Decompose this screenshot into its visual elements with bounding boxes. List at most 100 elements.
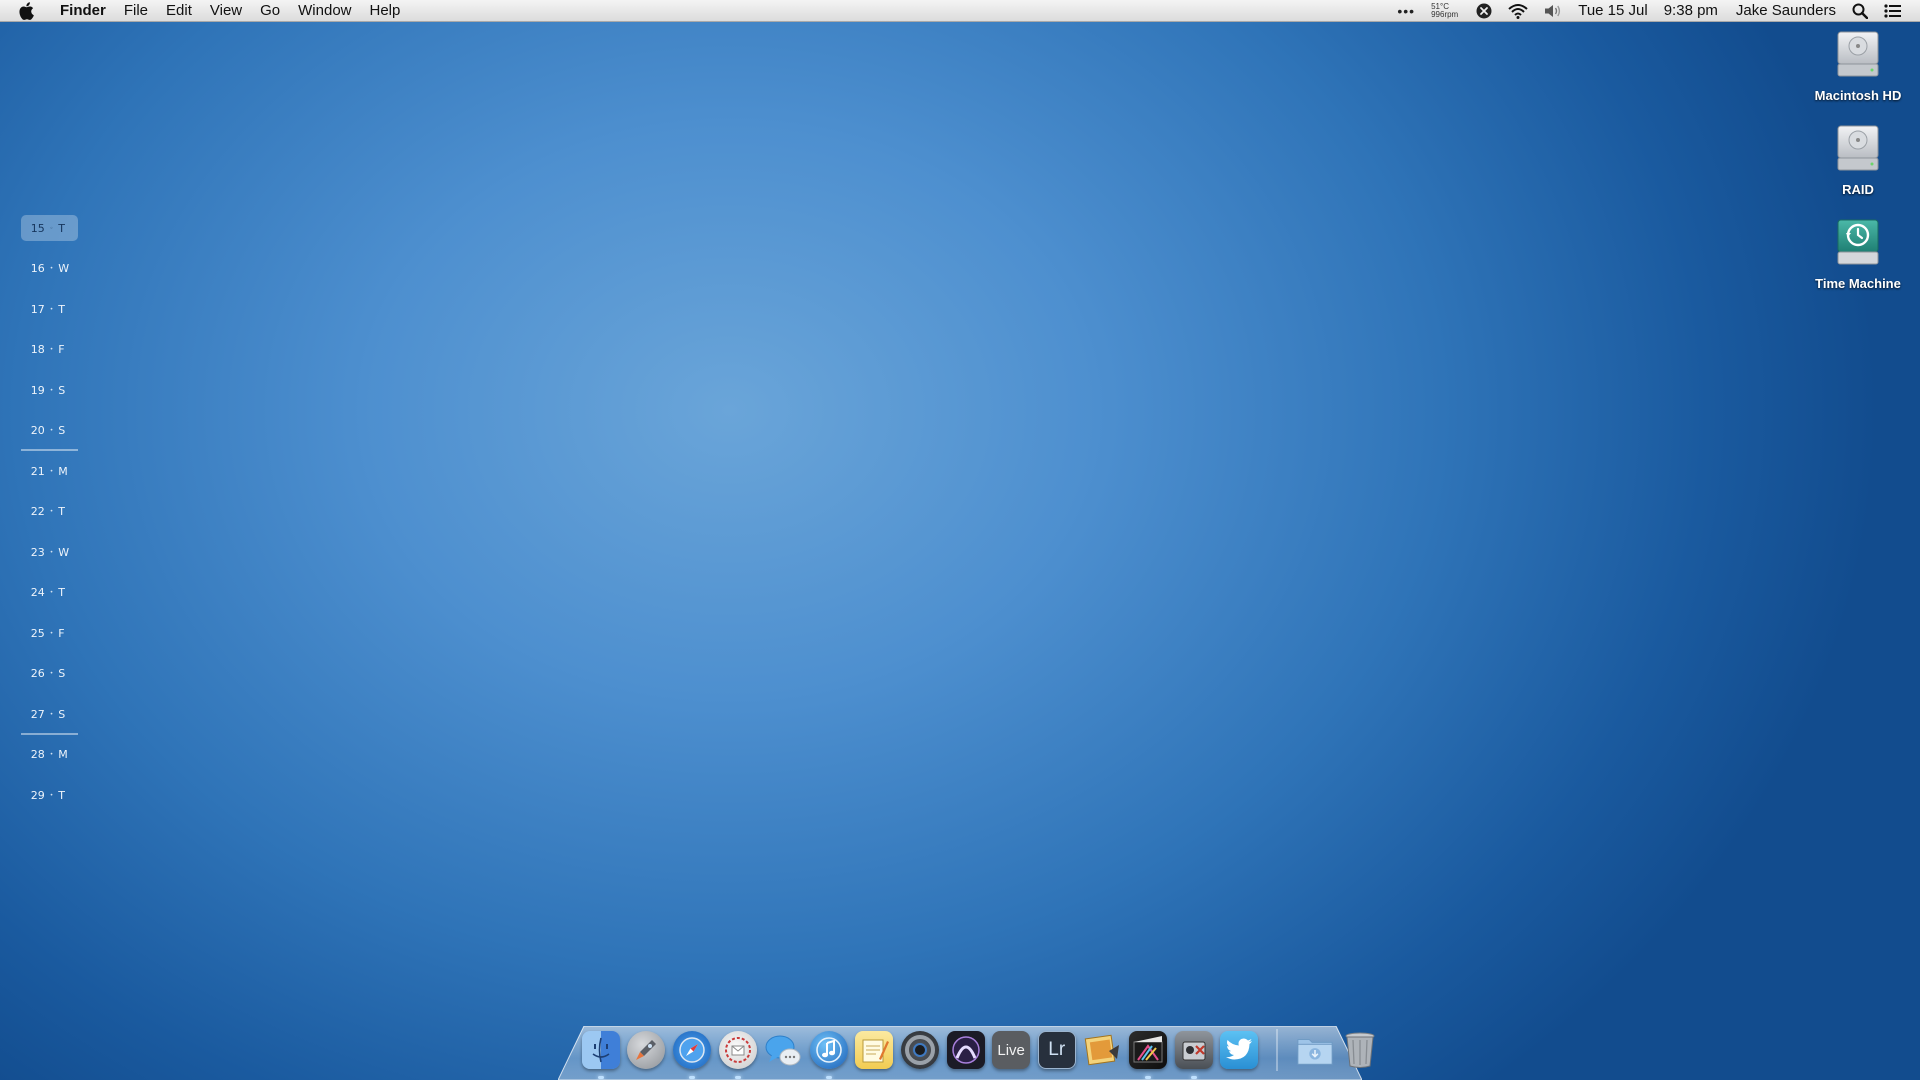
menu-user-name[interactable]: Jake Saunders [1736,0,1836,22]
sensor-fan-speed: 996rpm [1431,9,1459,19]
calendar-day[interactable]: 24 • T [21,580,78,606]
time-machine-drive-icon [1837,219,1879,265]
calendar-weekday: S [58,707,66,721]
desktop-icon-time-machine[interactable]: Time Machine [1796,214,1920,291]
dock-finder[interactable] [581,1031,620,1079]
dock-iphoto[interactable] [1083,1031,1121,1069]
menu-app-name[interactable]: Finder [60,0,106,22]
calendar-day-number: 22 [30,505,45,518]
dock-mail[interactable] [718,1031,757,1079]
calendar-weekday: T [58,221,65,235]
menu-edit[interactable]: Edit [166,0,192,22]
menu-bar-left: Finder File Edit View Go Window Help [0,0,409,21]
calendar-day[interactable]: 28 • M [21,742,78,768]
calendar-day-today[interactable]: 15 ◦ T [21,215,78,241]
dock-launchpad[interactable] [627,1031,666,1069]
menu-help[interactable]: Help [370,0,401,22]
day-dot-icon: • [49,305,54,313]
dock-safari[interactable] [672,1031,711,1079]
dock-twitter[interactable] [1220,1031,1259,1069]
day-dot-icon: • [49,629,54,637]
menu-go[interactable]: Go [260,0,280,22]
pro-tools-icon [951,1036,980,1064]
calendar-day[interactable]: 16 • W [21,256,78,282]
dock-pro-tools[interactable] [946,1031,985,1069]
menu-window[interactable]: Window [298,0,351,22]
calendar-day[interactable]: 20 • S [21,418,78,444]
apple-menu-icon[interactable] [18,1,36,20]
calendar-day[interactable]: 27 • S [21,701,78,727]
calendar-strip: 15 ◦ T 16 • W 17 • T 18 • F 19 • S 20 • S 21 • M 22 • T … [21,215,78,823]
calendar-weekday: W [58,545,70,559]
final-cut-pro-icon [1133,1036,1163,1063]
running-indicator [825,1076,832,1079]
calendar-day-number: 17 [30,302,45,316]
dock-itunes[interactable] [809,1031,848,1079]
downloads-folder-icon [1297,1039,1333,1065]
dock-messages[interactable] [764,1031,802,1069]
launchpad-icon [636,1040,657,1060]
running-indicator [688,1076,695,1079]
calendar-day-number: 21 [30,464,45,478]
iphoto-icon [1085,1034,1120,1066]
desktop-icon-macintosh-hd[interactable]: Macintosh HD [1796,26,1920,103]
volume-icon[interactable] [1544,0,1562,22]
notification-center-icon[interactable] [1884,0,1902,22]
spotlight-icon[interactable] [1852,0,1868,22]
dock-lightroom[interactable]: Lr [1037,1031,1076,1069]
sensor-readout[interactable]: 51°C 996rpm [1431,2,1459,19]
menu-file[interactable]: File [124,0,148,22]
calendar-day-number: 19 [30,383,45,397]
desktop-icon-raid[interactable]: RAID [1796,120,1920,197]
calendar-weekday: T [58,788,65,802]
dock-utility-app[interactable] [1174,1031,1213,1079]
calendar-day-number: 28 [30,748,45,761]
wifi-icon[interactable] [1508,0,1528,22]
desktop-icon-label: RAID [1842,182,1874,197]
dock-logic[interactable] [900,1031,939,1069]
calendar-day-number: 24 [30,586,45,599]
calendar-day[interactable]: 26 • S [21,661,78,687]
dock-final-cut-pro[interactable] [1128,1031,1167,1079]
dock-notes[interactable] [855,1031,894,1069]
calendar-day[interactable]: 17 • T [21,296,78,322]
day-dot-icon: • [49,508,54,515]
desktop-icon-label: Time Machine [1815,276,1901,291]
calendar-day-number: 23 [30,545,45,559]
day-dot-icon: • [49,346,54,353]
menu-date[interactable]: Tue 15 Jul [1578,0,1648,22]
calendar-day[interactable]: 23 • W [21,539,78,565]
dock-downloads-stack[interactable] [1296,1031,1334,1069]
calendar-weekday: S [58,667,66,680]
bluetooth-off-icon[interactable] [1476,0,1492,22]
week-divider [21,733,78,735]
calendar-day[interactable]: 18 • F [21,337,78,363]
day-dot-icon: • [49,670,54,677]
day-dot-icon: • [49,386,54,394]
dock-ableton-live[interactable]: Live [992,1031,1031,1069]
day-dot-icon: • [49,548,54,556]
day-dot-icon: • [49,265,54,272]
today-marker-icon: ◦ [49,224,54,232]
dock: Live Lr [578,1026,1383,1079]
hard-drive-icon [1837,31,1879,77]
calendar-day-number: 25 [30,626,45,640]
running-indicator [597,1076,604,1079]
calendar-day[interactable]: 22 • T [21,499,78,525]
utility-app-icon [1182,1041,1206,1061]
calendar-day-number: 16 [30,262,45,275]
menu-view[interactable]: View [210,0,242,22]
calendar-weekday: F [58,343,65,356]
menu-time[interactable]: 9:38 pm [1664,0,1718,22]
calendar-day[interactable]: 25 • F [21,620,78,646]
calendar-day[interactable]: 21 • M [21,458,78,484]
twitter-icon [1226,1038,1253,1060]
calendar-day-number: 15 [30,221,45,235]
running-indicator [1190,1076,1197,1079]
dock-trash[interactable] [1341,1031,1379,1069]
calendar-day[interactable]: 29 • T [21,782,78,808]
safari-icon [679,1037,705,1063]
more-dots-icon[interactable]: ••• [1397,3,1415,19]
calendar-day-number: 26 [30,667,45,680]
calendar-day[interactable]: 19 • S [21,377,78,403]
